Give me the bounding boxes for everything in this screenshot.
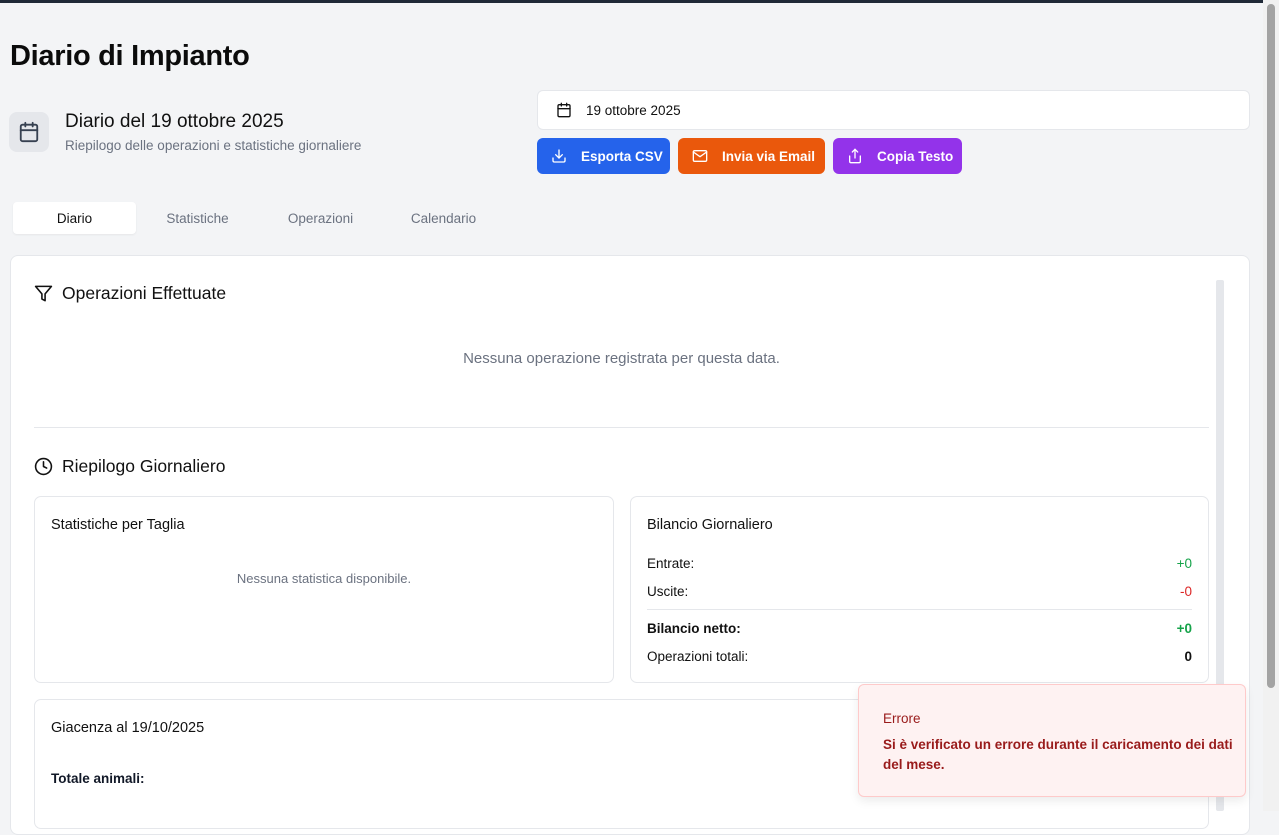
error-toast[interactable]: Errore Si è verificato un errore durante… — [858, 684, 1246, 797]
date-picker-value: 19 ottobre 2025 — [586, 102, 681, 118]
balance-row-operazioni: Operazioni totali: 0 — [647, 649, 1192, 664]
page-scrollbar[interactable] — [1263, 0, 1279, 811]
operations-empty-text: Nessuna operazione registrata per questa… — [463, 350, 780, 367]
calendar-icon — [557, 102, 571, 118]
size-stats-title: Statistiche per Taglia — [51, 517, 185, 533]
copy-text-label: Copia Testo — [877, 148, 954, 164]
tab-diario[interactable]: Diario — [13, 202, 136, 234]
calendar-badge — [9, 112, 49, 152]
download-icon — [552, 149, 566, 163]
balance-value: -0 — [1179, 584, 1192, 599]
balance-value: 0 — [1184, 649, 1192, 664]
operations-section-heading: Operazioni Effettuate — [34, 283, 226, 304]
section-divider — [34, 427, 1209, 428]
stock-total-label: Totale animali: — [51, 771, 145, 786]
mail-icon — [692, 150, 708, 162]
balance-label: Uscite: — [647, 584, 689, 599]
tab-list: Diario Statistiche Operazioni Calendario — [9, 198, 509, 238]
balance-label: Bilancio netto: — [647, 621, 741, 636]
size-stats-empty-text: Nessuna statistica disponibile. — [236, 571, 412, 586]
clock-icon — [34, 457, 53, 476]
date-picker[interactable]: 19 ottobre 2025 — [537, 90, 1250, 130]
balance-title: Bilancio Giornaliero — [647, 517, 773, 533]
page-scrollbar-thumb[interactable] — [1267, 4, 1275, 688]
filter-icon — [34, 285, 53, 302]
balance-row-netto: Bilancio netto: +0 — [647, 621, 1192, 636]
summary-section-heading: Riepilogo Giornaliero — [34, 456, 225, 477]
balance-divider — [647, 609, 1192, 610]
size-stats-card: Statistiche per Taglia Nessuna statistic… — [34, 496, 614, 683]
diary-subheading: Riepilogo delle operazioni e statistiche… — [65, 138, 362, 153]
tab-statistiche[interactable]: Statistiche — [136, 202, 259, 234]
diary-heading: Diario del 19 ottobre 2025 — [65, 111, 284, 132]
copy-text-button[interactable]: Copia Testo — [833, 138, 962, 174]
balance-value: +0 — [1176, 621, 1192, 636]
share-icon — [849, 148, 861, 164]
tab-operazioni[interactable]: Operazioni — [259, 202, 382, 234]
error-toast-message: Si è verificato un errore durante il car… — [883, 737, 1233, 772]
stock-title: Giacenza al 19/10/2025 — [51, 720, 205, 736]
summary-title: Riepilogo Giornaliero — [62, 456, 226, 476]
send-email-label: Invia via Email — [722, 148, 816, 164]
daily-balance-card: Bilancio Giornaliero Entrate: +0 Uscite:… — [630, 496, 1209, 683]
calendar-icon — [19, 121, 39, 143]
balance-value: +0 — [1176, 556, 1192, 571]
balance-label: Entrate: — [647, 556, 695, 571]
balance-row-uscite: Uscite: -0 — [647, 584, 1192, 599]
top-border — [0, 0, 1263, 3]
operations-title: Operazioni Effettuate — [62, 283, 227, 303]
export-csv-button[interactable]: Esporta CSV — [537, 138, 670, 174]
error-toast-title: Errore — [883, 711, 921, 726]
balance-label: Operazioni totali: — [647, 649, 749, 664]
export-csv-label: Esporta CSV — [581, 148, 663, 164]
balance-row-entrate: Entrate: +0 — [647, 556, 1192, 571]
send-email-button[interactable]: Invia via Email — [678, 138, 825, 174]
page-title: Diario di Impianto — [10, 40, 250, 72]
tab-calendario[interactable]: Calendario — [382, 202, 505, 234]
